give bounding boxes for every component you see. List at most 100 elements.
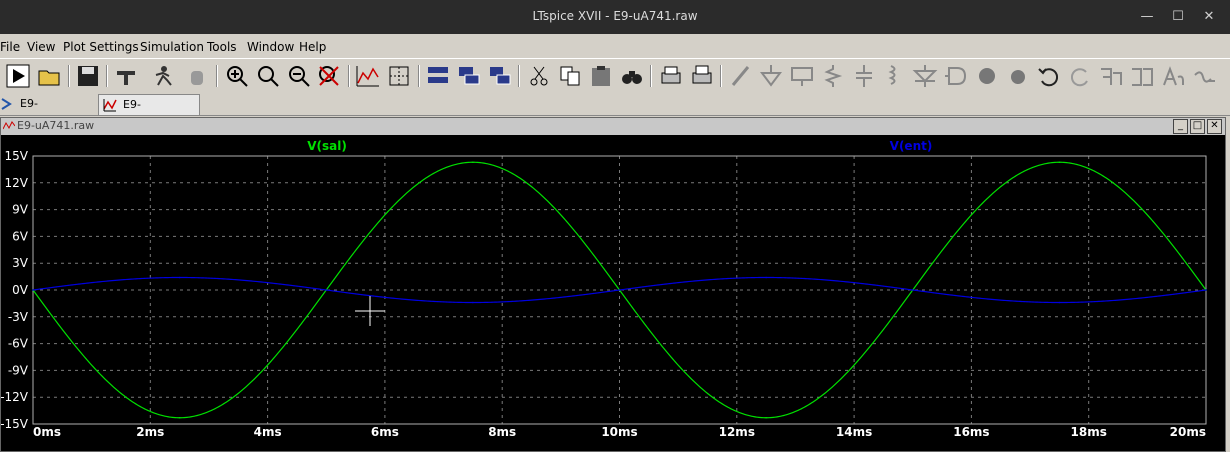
y-tick-label: -6V <box>8 337 29 351</box>
hand-icon[interactable] <box>184 63 210 89</box>
cut-icon[interactable] <box>526 63 552 89</box>
x-tick-label: 14ms <box>836 425 872 439</box>
x-tick-label: 10ms <box>601 425 637 439</box>
minimize-button[interactable]: — <box>1136 6 1158 28</box>
close-button[interactable]: ✕ <box>1198 6 1220 28</box>
plot-minimize-button[interactable]: _ <box>1173 119 1188 134</box>
data-point <box>1058 161 1061 164</box>
open-folder-icon[interactable] <box>37 63 63 89</box>
menu-help[interactable]: Help <box>299 40 326 54</box>
drag-icon[interactable] <box>1005 63 1031 89</box>
label-net-icon[interactable] <box>789 63 815 89</box>
legend-label: V(sal) <box>307 139 347 153</box>
data-point <box>765 416 767 419</box>
menu-file[interactable]: File <box>0 40 20 54</box>
toolbar-separator <box>418 65 420 87</box>
data-point <box>178 416 181 419</box>
y-tick-label: -15V <box>1 417 29 431</box>
window-titlebar: LTspice XVII - E9-uA741.raw — ☐ ✕ <box>0 0 1230 34</box>
zoom-out-icon[interactable] <box>286 63 312 89</box>
x-tick-label: 4ms <box>254 425 282 439</box>
text-icon[interactable] <box>1160 63 1186 89</box>
y-tick-label: 15V <box>5 149 29 163</box>
crosshair-cursor-icon <box>355 296 385 326</box>
maximize-button[interactable]: ☐ <box>1167 6 1189 28</box>
tab-schematic[interactable]: E9-uA741.asc <box>0 94 95 130</box>
zoom-cancel-icon[interactable] <box>316 63 342 89</box>
data-point <box>178 276 181 279</box>
plot-maximize-button[interactable]: □ <box>1190 119 1205 134</box>
menu-simulation[interactable]: Simulation <box>140 40 204 54</box>
y-tick-label: 3V <box>12 256 29 270</box>
y-tick-label: 9V <box>12 203 29 217</box>
run-icon[interactable] <box>5 63 31 89</box>
document-tabs: E9-uA741.asc E9-uA741.raw <box>0 93 1230 131</box>
mirror-icon[interactable] <box>1129 63 1155 89</box>
data-point <box>765 276 767 279</box>
zoom-pan-icon[interactable] <box>255 63 281 89</box>
x-tick-label: 18ms <box>1071 425 1107 439</box>
tab-waveform[interactable]: E9-uA741.raw <box>98 94 200 131</box>
menu-view[interactable]: View <box>27 40 55 54</box>
control-panel-icon[interactable] <box>113 63 139 89</box>
autorange-icon[interactable] <box>355 63 381 89</box>
data-point <box>472 301 474 304</box>
plot-close-button[interactable]: ✕ <box>1207 119 1222 134</box>
zoom-in-icon[interactable] <box>224 63 250 89</box>
x-tick-label: 20ms <box>1170 425 1206 439</box>
x-tick-label: 6ms <box>371 425 399 439</box>
capacitor-icon[interactable] <box>851 63 877 89</box>
component-icon[interactable] <box>943 63 969 89</box>
find-icon[interactable] <box>619 63 645 89</box>
waveform-icon <box>3 121 15 130</box>
x-tick-label: 0ms <box>33 425 61 439</box>
menu-tools[interactable]: Tools <box>207 40 237 54</box>
data-point <box>472 161 474 164</box>
plot-window: E9-uA741.raw _ □ ✕ 0ms 2ms 4ms 6ms 8ms 10ms 12… <box>0 117 1226 452</box>
plot-window-titlebar: E9-uA741.raw _ □ ✕ <box>1 118 1225 135</box>
data-point <box>618 289 621 291</box>
data-point <box>1205 289 1207 291</box>
tile-horizontal-icon[interactable] <box>425 63 451 89</box>
move-icon[interactable] <box>974 63 1000 89</box>
toolbar-separator <box>348 65 350 87</box>
redo-icon[interactable] <box>1067 63 1093 89</box>
toolbar-separator <box>650 65 652 87</box>
spice-directive-icon[interactable] <box>1192 63 1218 89</box>
schematic-icon <box>1 98 12 110</box>
ground-icon[interactable] <box>758 63 784 89</box>
x-tick-label: 8ms <box>488 425 516 439</box>
legend-label: V(ent) <box>890 139 933 153</box>
data-point <box>911 289 914 291</box>
tile-vertical-icon[interactable] <box>487 63 513 89</box>
resistor-icon[interactable] <box>820 63 846 89</box>
y-tick-label: -12V <box>1 390 29 404</box>
halt-icon[interactable] <box>150 63 176 89</box>
toolbar-separator <box>720 65 722 87</box>
inductor-icon[interactable] <box>881 63 907 89</box>
copy-icon[interactable] <box>557 63 583 89</box>
waveform-icon <box>103 99 117 112</box>
menu-bar: File View Plot Settings Simulation Tools… <box>0 36 1230 58</box>
x-tick-label: 12ms <box>719 425 755 439</box>
toolbar-separator <box>518 65 520 87</box>
waveform-plot[interactable]: 0ms 2ms 4ms 6ms 8ms 10ms 12ms 14ms 16ms 18ms 20ms 1… <box>1 136 1225 451</box>
cascade-icon[interactable] <box>456 63 482 89</box>
y-tick-label: 0V <box>12 283 29 297</box>
paste-icon[interactable] <box>588 63 614 89</box>
grid-icon[interactable] <box>386 63 412 89</box>
y-tick-label: 6V <box>12 229 29 243</box>
print-icon[interactable] <box>689 63 715 89</box>
undo-icon[interactable] <box>1036 63 1062 89</box>
plot-window-title: E9-uA741.raw <box>17 119 95 132</box>
toolbar-separator <box>106 65 108 87</box>
save-icon[interactable] <box>75 63 101 89</box>
wire-icon[interactable] <box>728 63 754 89</box>
diode-icon[interactable] <box>912 63 938 89</box>
x-tick-label: 16ms <box>953 425 989 439</box>
print-preview-icon[interactable] <box>658 63 684 89</box>
menu-window[interactable]: Window <box>247 40 294 54</box>
rotate-icon[interactable] <box>1098 63 1124 89</box>
menu-plot-settings[interactable]: Plot Settings <box>63 40 139 54</box>
y-tick-label: -3V <box>8 310 29 324</box>
